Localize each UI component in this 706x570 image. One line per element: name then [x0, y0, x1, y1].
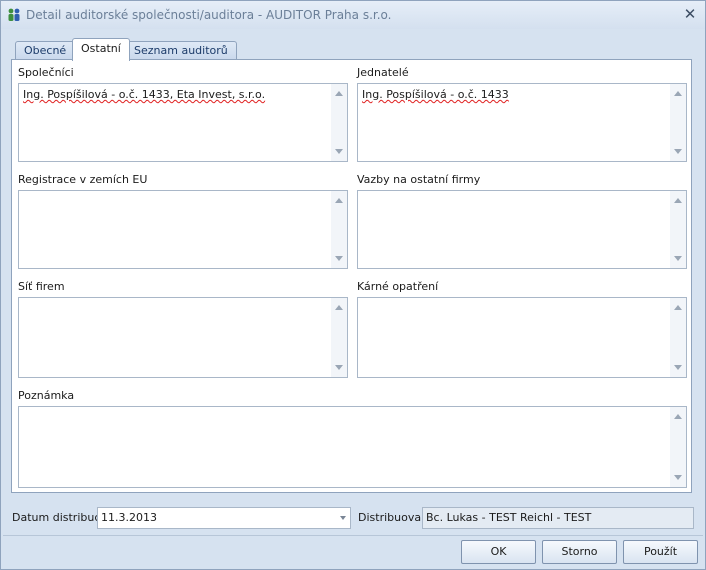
tab-obecne[interactable]: Obecné [15, 41, 76, 60]
storno-button[interactable]: Storno [542, 540, 617, 564]
scroll-up-icon[interactable] [674, 305, 682, 310]
scroll-up-icon[interactable] [674, 91, 682, 96]
datum-distribuce-value: 11.3.2013 [101, 511, 157, 524]
sit-firem-label: Síť firem [18, 280, 65, 293]
tab-ostatni[interactable]: Ostatní [72, 38, 130, 61]
sit-firem-textarea[interactable] [18, 297, 348, 378]
scrollbar[interactable] [670, 191, 686, 268]
scrollbar[interactable] [670, 407, 686, 487]
poznamka-textarea[interactable] [18, 406, 687, 488]
users-icon [8, 8, 20, 21]
scrollbar[interactable] [670, 84, 686, 161]
scrollbar[interactable] [331, 298, 347, 377]
registrace-label: Registrace v zemích EU [18, 173, 148, 186]
vazby-textarea[interactable] [357, 190, 687, 269]
scroll-down-icon[interactable] [674, 475, 682, 480]
tab-seznam-auditoru[interactable]: Seznam auditorů [125, 41, 237, 60]
datum-distribuce-label: Datum distribuce [12, 511, 108, 524]
scroll-down-icon[interactable] [674, 256, 682, 261]
jednatele-value: Ing. Pospíšilová - o.č. 1433 [362, 88, 509, 101]
registrace-textarea[interactable] [18, 190, 348, 269]
distribuoval-value: Bc. Lukas - TEST Reichl - TEST [426, 511, 592, 524]
scroll-down-icon[interactable] [335, 365, 343, 370]
window-title: Detail auditorské společnosti/auditora -… [26, 8, 392, 22]
distribuoval-field: Bc. Lukas - TEST Reichl - TEST [422, 507, 694, 529]
scroll-down-icon[interactable] [335, 256, 343, 261]
divider [3, 535, 703, 536]
karne-opatreni-label: Kárné opatření [357, 280, 439, 293]
scroll-up-icon[interactable] [335, 198, 343, 203]
datum-distribuce-combo[interactable]: 11.3.2013 [97, 507, 351, 529]
chevron-down-icon[interactable] [340, 516, 346, 520]
spolecnici-value: Ing. Pospíšilová - o.č. 1433, Eta Invest… [23, 88, 266, 101]
scrollbar[interactable] [331, 84, 347, 161]
ok-button[interactable]: OK [461, 540, 536, 564]
scroll-up-icon[interactable] [674, 198, 682, 203]
spolecnici-label: Společníci [18, 66, 74, 79]
vazby-label: Vazby na ostatní firmy [357, 173, 481, 186]
jednatele-label: Jednatelé [357, 66, 409, 79]
scrollbar[interactable] [670, 298, 686, 377]
close-icon[interactable]: ✕ [681, 5, 699, 23]
scroll-up-icon[interactable] [335, 91, 343, 96]
pouzit-button[interactable]: Použít [623, 540, 698, 564]
jednatele-textarea[interactable]: Ing. Pospíšilová - o.č. 1433 [357, 83, 687, 162]
scroll-up-icon[interactable] [335, 305, 343, 310]
karne-opatreni-textarea[interactable] [357, 297, 687, 378]
scrollbar[interactable] [331, 191, 347, 268]
poznamka-label: Poznámka [18, 389, 75, 402]
scroll-up-icon[interactable] [674, 414, 682, 419]
spolecnici-textarea[interactable]: Ing. Pospíšilová - o.č. 1433, Eta Invest… [18, 83, 348, 162]
scroll-down-icon[interactable] [674, 149, 682, 154]
scroll-down-icon[interactable] [674, 365, 682, 370]
dialog-window: Detail auditorské společnosti/auditora -… [0, 0, 706, 570]
distribuoval-label: Distribuoval [358, 511, 425, 524]
scroll-down-icon[interactable] [335, 149, 343, 154]
title-bar[interactable]: Detail auditorské společnosti/auditora -… [1, 1, 705, 29]
